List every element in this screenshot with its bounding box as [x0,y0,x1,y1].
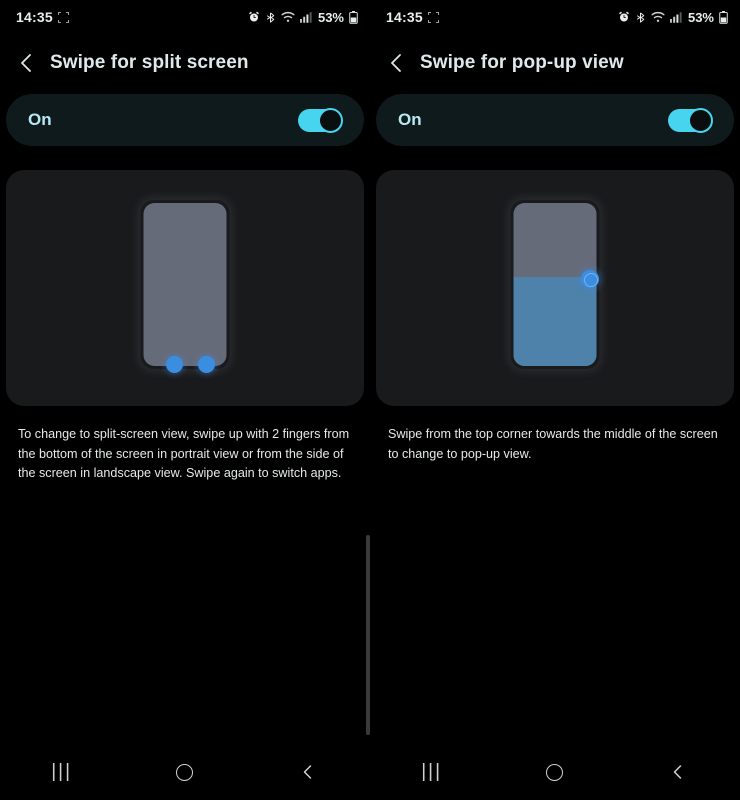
home-circle-icon [546,763,564,781]
navigation-bar: ||| [0,744,370,800]
finger-dot-right [198,356,215,373]
toggle-knob [688,107,713,133]
status-time: 14:35 [16,9,53,25]
feature-description: To change to split-screen view, swipe up… [18,427,350,480]
back-chevron-icon [674,765,682,779]
status-bar: 14:35 53% [370,0,740,34]
battery-percent-label: 53% [317,9,344,25]
status-bar-left: 14:35 [386,9,439,25]
feature-description: Swipe from the top corner towards the mi… [388,427,718,461]
nav-back-button[interactable] [278,752,338,792]
home-circle-icon [176,763,194,781]
pop-up-view-illustration [376,170,734,406]
panel-divider [366,535,370,735]
title-bar: Swipe for split screen [0,40,370,86]
nav-recents-button[interactable]: ||| [32,752,92,792]
back-chevron-icon [304,765,312,779]
navigation-bar: ||| [370,744,740,800]
finger-dot-left [166,356,183,373]
battery-icon [349,10,358,24]
alarm-clock-icon [618,11,630,23]
page-title: Swipe for pop-up view [420,52,624,73]
toggle-state-label: On [28,110,52,129]
page-title: Swipe for split screen [50,52,249,73]
alarm-clock-icon [248,11,260,23]
battery-percent-label: 53% [687,9,714,25]
toggle-knob [318,107,343,133]
title-bar: Swipe for pop-up view [370,40,740,86]
panel-pop-up-view: 14:35 53% Swipe for pop-up view On Swipe… [370,0,740,800]
back-chevron-icon[interactable] [14,50,40,76]
nav-back-button[interactable] [648,752,708,792]
nav-home-button[interactable] [525,752,585,792]
cellular-signal-icon [299,11,312,23]
screenshot-capture-icon [427,11,439,23]
split-screen-illustration [6,170,364,406]
wifi-icon [651,11,665,23]
swipe-touch-dot [581,270,599,288]
phone-shape [143,203,227,366]
screenshot-capture-icon [57,11,69,23]
feature-toggle-card[interactable]: On [6,94,364,146]
battery-icon [719,10,728,24]
pop-up-window-fill [513,277,597,366]
status-time: 14:35 [386,9,423,25]
feature-toggle-card[interactable]: On [376,94,734,146]
panel-split-screen: 14:35 53% Swipe for split screen On To c… [0,0,370,800]
cellular-signal-icon [669,11,682,23]
recents-icon: ||| [51,761,73,782]
bluetooth-icon [635,11,646,24]
status-bar-right: 53% [248,10,358,25]
back-chevron-icon[interactable] [384,50,410,76]
recents-icon: ||| [421,761,443,782]
feature-toggle-switch[interactable] [668,107,713,133]
status-bar-left: 14:35 [16,9,69,25]
wifi-icon [281,11,295,23]
nav-home-button[interactable] [155,752,215,792]
status-bar: 14:35 53% [0,0,370,34]
dual-screenshot-container: 14:35 53% Swipe for split screen On To c… [0,0,740,800]
status-bar-right: 53% [618,10,728,25]
bluetooth-icon [265,11,276,24]
feature-toggle-switch[interactable] [298,107,343,133]
nav-recents-button[interactable]: ||| [402,752,462,792]
toggle-state-label: On [398,110,422,129]
